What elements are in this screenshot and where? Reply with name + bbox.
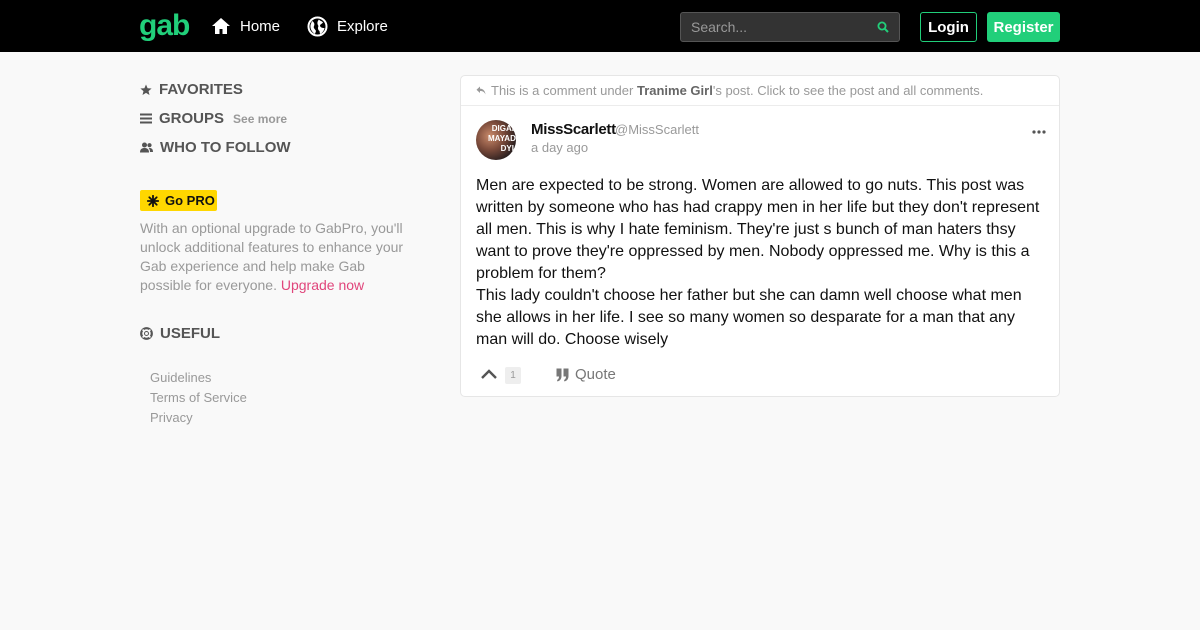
quote-label: Quote [575, 366, 616, 383]
gopro-badge[interactable]: Go PRO [140, 190, 217, 211]
upgrade-now-link[interactable]: Upgrade now [281, 277, 364, 293]
sidebar-item-favorites[interactable]: FAVORITES [140, 81, 243, 98]
gopro-label: Go PRO [165, 193, 215, 208]
globe-icon [307, 16, 328, 36]
top-bar: gab Home Explore Login Register [0, 0, 1200, 52]
footer-link-guidelines[interactable]: Guidelines [150, 370, 211, 385]
search-box [680, 12, 900, 42]
nav-explore-link[interactable]: Explore [307, 0, 388, 52]
avatar-image-text: DIGAI MAYAD DYI [488, 124, 516, 153]
footer-link-privacy[interactable]: Privacy [150, 410, 193, 425]
notice-author[interactable]: Tranime Girl [637, 83, 713, 98]
asterisk-icon [147, 194, 159, 207]
sidebar-item-groups[interactable]: GROUPS See more [140, 110, 287, 127]
score-badge: 1 [505, 367, 521, 384]
ellipsis-icon[interactable] [1032, 129, 1046, 135]
sidebar-item-label: GROUPS [159, 110, 225, 127]
list-icon [140, 113, 152, 124]
nav-home-link[interactable]: Home [211, 0, 280, 52]
search-input[interactable] [681, 13, 871, 41]
life-ring-icon [140, 327, 153, 340]
reply-icon [476, 86, 486, 95]
sidebar-item-label: USEFUL [160, 325, 220, 342]
author-handle: @MissScarlett [615, 122, 699, 137]
post-paragraph: Men are expected to be strong. Women are… [476, 177, 1040, 282]
nav-home-label: Home [240, 17, 281, 35]
sidebar-item-useful[interactable]: USEFUL [140, 325, 220, 342]
post-timestamp[interactable]: a day ago [531, 140, 588, 155]
gopro-description: With an optional upgrade to GabPro, you'… [140, 219, 410, 295]
avatar[interactable]: DIGAI MAYAD DYI [476, 120, 516, 160]
author-name[interactable]: MissScarlett [531, 121, 616, 138]
nav-explore-label: Explore [337, 17, 388, 35]
post-card: This is a comment under Tranime Girl's p… [460, 75, 1060, 397]
gab-logo[interactable]: gab [139, 9, 190, 43]
post-paragraph: This lady couldn't choose her father but… [476, 287, 1022, 348]
sidebar-item-label: FAVORITES [159, 81, 243, 98]
groups-see-more-link[interactable]: See more [233, 112, 287, 126]
users-icon [140, 142, 153, 153]
sidebar-item-who-to-follow[interactable]: WHO TO FOLLOW [140, 139, 291, 156]
comment-notice[interactable]: This is a comment under Tranime Girl's p… [461, 76, 1059, 106]
notice-suffix: 's post. Click to see the post and all c… [712, 83, 984, 98]
star-icon [140, 84, 152, 95]
chevron-up-icon[interactable] [480, 368, 498, 380]
login-button[interactable]: Login [920, 12, 977, 42]
sidebar-item-label: WHO TO FOLLOW [160, 139, 291, 156]
quote-icon [556, 368, 569, 381]
post-body: Men are expected to be strong. Women are… [476, 175, 1046, 351]
search-icon[interactable] [877, 21, 889, 33]
quote-button[interactable]: Quote [556, 366, 616, 383]
notice-prefix: This is a comment under [491, 83, 634, 98]
register-button[interactable]: Register [987, 12, 1060, 42]
footer-link-terms[interactable]: Terms of Service [150, 390, 247, 405]
home-icon [212, 18, 230, 34]
